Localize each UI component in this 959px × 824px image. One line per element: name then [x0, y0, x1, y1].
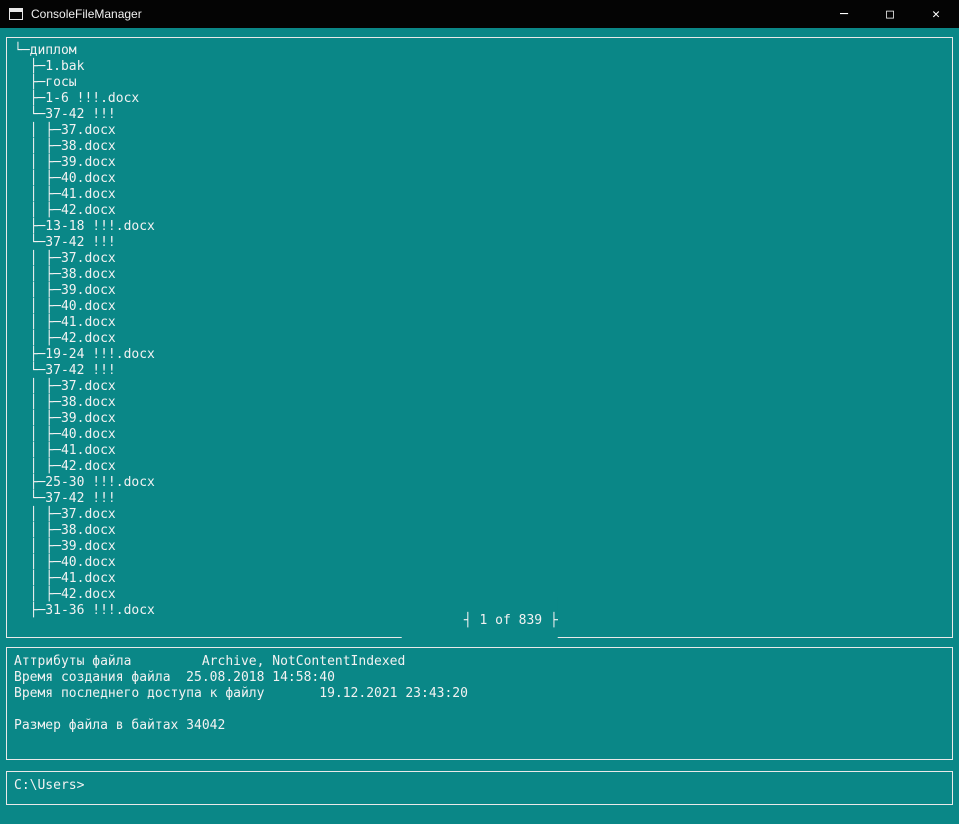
- tree-node: ├─1.bak: [14, 59, 85, 74]
- tree-node: │ ├─42.docx: [14, 459, 116, 474]
- tree-node: │ ├─39.docx: [14, 411, 116, 426]
- tree-node: │ ├─42.docx: [14, 331, 116, 346]
- tree-node: │ ├─38.docx: [14, 395, 116, 410]
- console-area: └─диплом ├─1.bak ├─госы ├─1-6 !!!.docx └…: [0, 28, 959, 824]
- tree-node: ├─1-6 !!!.docx: [14, 91, 140, 106]
- tree-node: │ ├─37.docx: [14, 507, 116, 522]
- window-title: ConsoleFileManager: [31, 7, 142, 21]
- maximize-icon: □: [886, 6, 894, 22]
- app-icon: [9, 8, 23, 20]
- tree-node: │ ├─38.docx: [14, 267, 116, 282]
- tree-node: │ ├─42.docx: [14, 203, 116, 218]
- minimize-icon: ─: [840, 6, 848, 22]
- file-info-line: Размер файла в байтах 34042: [14, 718, 226, 733]
- tree-node: │ ├─40.docx: [14, 555, 116, 570]
- file-tree-panel: └─диплом ├─1.bak ├─госы ├─1-6 !!!.docx └…: [6, 37, 953, 645]
- tree-node: │ ├─39.docx: [14, 283, 116, 298]
- tree-node: │ ├─41.docx: [14, 571, 116, 586]
- file-info-line: Время последнего доступа к файлу 19.12.2…: [14, 686, 468, 701]
- file-info-line: [14, 702, 945, 718]
- page-indicator-label: ┤ 1 of 839 ├: [463, 613, 558, 628]
- tree-node: │ ├─40.docx: [14, 427, 116, 442]
- tree-node: ├─19-24 !!!.docx: [14, 347, 155, 362]
- tree-node: │ ├─40.docx: [14, 171, 116, 186]
- tree-node: │ ├─40.docx: [14, 299, 116, 314]
- tree-node: │ ├─39.docx: [14, 155, 116, 170]
- close-button[interactable]: ✕: [913, 0, 959, 28]
- file-info-line: Время создания файла 25.08.2018 14:58:40: [14, 670, 335, 685]
- window: ConsoleFileManager ─ □ ✕ └─диплом ├─1.ba…: [0, 0, 959, 824]
- tree-node: │ ├─37.docx: [14, 379, 116, 394]
- command-prompt[interactable]: C:\Users>: [14, 778, 945, 794]
- file-info-line: Аттрибуты файла Archive, NotContentIndex…: [14, 654, 406, 669]
- command-panel: C:\Users>: [6, 771, 953, 805]
- tree-node: │ ├─38.docx: [14, 139, 116, 154]
- tree-node: ├─госы: [14, 75, 77, 90]
- minimize-button[interactable]: ─: [821, 0, 867, 28]
- tree-node: ├─13-18 !!!.docx: [14, 219, 155, 234]
- tree-node: └─диплом: [14, 43, 77, 58]
- tree-node: │ ├─41.docx: [14, 315, 116, 330]
- close-icon: ✕: [932, 6, 940, 22]
- tree-node: │ ├─37.docx: [14, 251, 116, 266]
- page-indicator: ┤ 1 of 839 ├: [401, 597, 558, 645]
- tree-node: └─37-42 !!!: [14, 491, 116, 506]
- file-tree: └─диплом ├─1.bak ├─госы ├─1-6 !!!.docx └…: [14, 43, 945, 619]
- tree-node: └─37-42 !!!: [14, 363, 116, 378]
- tree-node: │ ├─41.docx: [14, 443, 116, 458]
- maximize-button[interactable]: □: [867, 0, 913, 28]
- window-controls: ─ □ ✕: [821, 0, 959, 28]
- tree-node: │ ├─38.docx: [14, 523, 116, 538]
- tree-node: ├─25-30 !!!.docx: [14, 475, 155, 490]
- tree-node: │ ├─37.docx: [14, 123, 116, 138]
- file-info: Аттрибуты файла Archive, NotContentIndex…: [14, 654, 945, 734]
- tree-node: │ ├─41.docx: [14, 187, 116, 202]
- tree-node: └─37-42 !!!: [14, 235, 116, 250]
- tree-node: │ ├─39.docx: [14, 539, 116, 554]
- tree-node: └─37-42 !!!: [14, 107, 116, 122]
- titlebar[interactable]: ConsoleFileManager ─ □ ✕: [0, 0, 959, 28]
- file-info-panel: Аттрибуты файла Archive, NotContentIndex…: [6, 647, 953, 760]
